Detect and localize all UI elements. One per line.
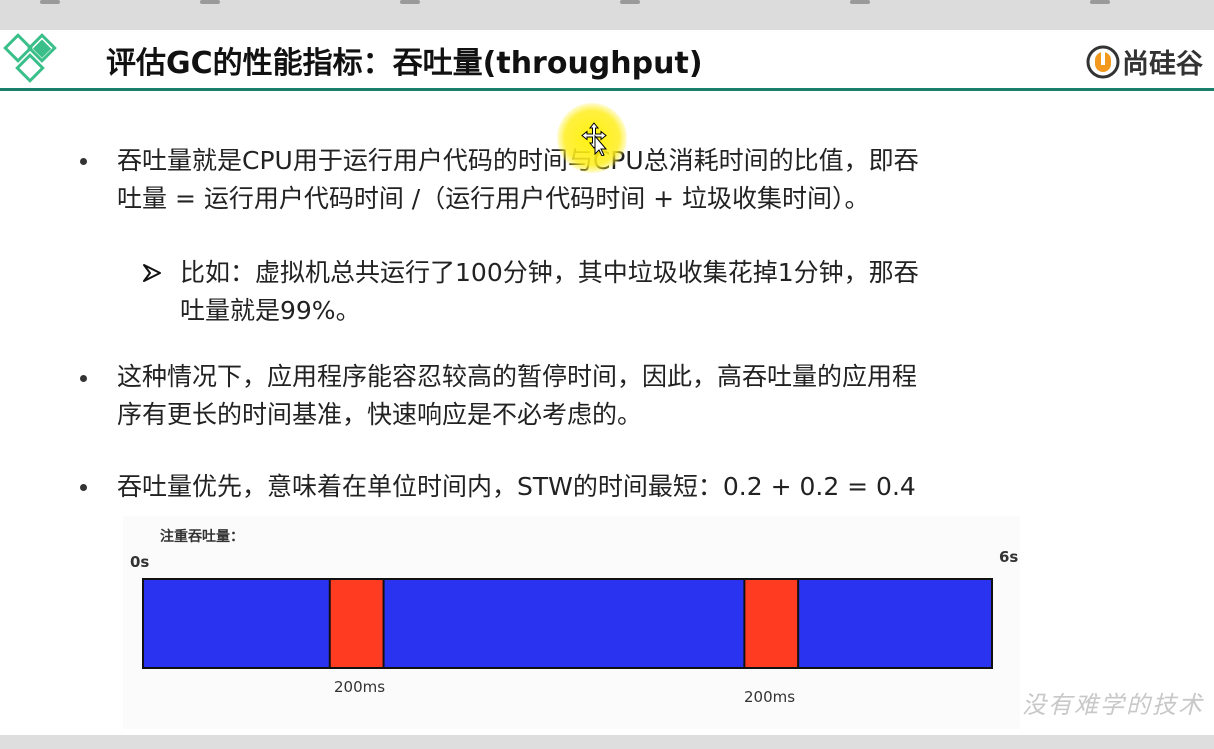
brand-logo: 尚硅谷	[1086, 42, 1203, 81]
bullet-2-line-1: 这种情况下，应用程序能容忍较高的暂停时间，因此，高吞吐量的应用程	[117, 362, 918, 391]
bullet-1-line-2: 吐量 = 运行用户代码时间 /（运行用户代码时间 + 垃圾收集时间）。	[117, 184, 870, 213]
diamond-logo-icon	[3, 33, 57, 83]
brand-name: 尚硅谷	[1122, 49, 1203, 80]
sub-bullet-line-1: 比如：虚拟机总共运行了100分钟，其中垃圾收集花掉1分钟，那吞	[180, 258, 919, 287]
toolbar-tick	[200, 0, 220, 4]
toolbar-tick	[620, 0, 640, 4]
bullet-dot	[80, 484, 87, 491]
toolbar-tick	[400, 0, 420, 4]
bullet-3-line-1: 吞吐量优先，意味着在单位时间内，STW的时间最短：0.2 + 0.2 = 0.4	[117, 472, 916, 501]
toolbar-tick	[850, 0, 870, 4]
slide: 评估GC的性能指标：吞吐量(throughput) 尚硅谷 吞吐量就是CPU用于…	[0, 30, 1214, 735]
timeline-start-label: 0s	[130, 553, 150, 571]
window-bottom-strip	[0, 735, 1214, 749]
throughput-timeline-diagram: 注重吞吐量： 0s 6s 200ms 200ms	[123, 516, 1020, 729]
title-divider	[0, 88, 1214, 91]
window-top-strip	[0, 0, 1214, 30]
move-cursor-icon	[581, 122, 608, 156]
timeline-end-label: 6s	[999, 548, 1019, 566]
pause-label-2: 200ms	[744, 688, 796, 706]
pause-label-1: 200ms	[334, 678, 386, 696]
toolbar-tick	[40, 0, 60, 4]
bullet-dot	[80, 375, 87, 382]
arrow-bullet-icon	[143, 264, 161, 282]
sub-bullet-line-2: 吐量就是99%。	[180, 296, 361, 325]
gc-pause-segment-1	[328, 578, 385, 669]
bullet-dot	[80, 158, 87, 165]
bullet-1-line-1: 吞吐量就是CPU用于运行用户代码的时间与CPU总消耗时间的比值，即吞	[117, 146, 919, 175]
gc-pause-segment-2	[743, 578, 800, 669]
brand-u-icon	[1086, 45, 1120, 78]
toolbar-tick	[1090, 0, 1110, 4]
timeline-caption: 注重吞吐量：	[160, 529, 244, 545]
slide-title: 评估GC的性能指标：吞吐量(throughput)	[106, 46, 703, 81]
watermark-text: 没有难学的技术	[1022, 691, 1204, 719]
timeline-bar	[142, 578, 993, 669]
bullet-2-line-2: 序有更长的时间基准，快速响应是不必考虑的。	[117, 400, 643, 429]
app-run-segment	[142, 578, 993, 669]
